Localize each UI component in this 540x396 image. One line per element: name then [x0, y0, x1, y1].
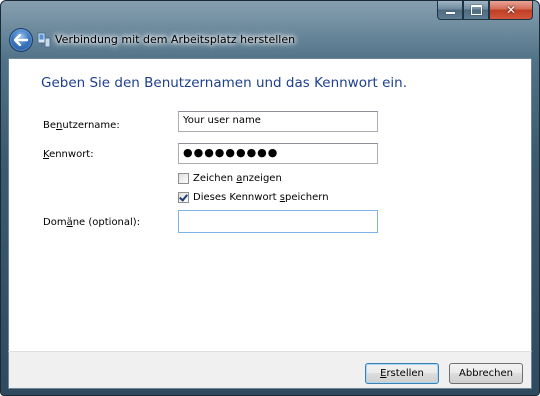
maximize-button[interactable] [463, 1, 489, 20]
maximize-icon [470, 5, 482, 15]
content-area: Geben Sie den Benutzernamen und das Kenn… [8, 58, 532, 352]
minimize-icon [445, 12, 455, 14]
save-password-checkbox[interactable] [178, 192, 189, 203]
show-characters-option[interactable]: Zeichen anzeigen [178, 173, 282, 184]
password-label: Kennwort: [43, 149, 94, 160]
close-button[interactable]: ✕ [489, 1, 533, 20]
caption-buttons: ✕ [437, 1, 533, 21]
save-password-option[interactable]: Dieses Kennwort speichern [178, 192, 329, 203]
minimize-button[interactable] [437, 1, 463, 20]
create-button[interactable]: Erstellen [365, 363, 439, 384]
show-characters-checkbox[interactable] [178, 173, 189, 184]
close-icon: ✕ [505, 3, 517, 17]
domain-label: Domäne (optional): [43, 217, 141, 228]
back-button[interactable] [9, 28, 33, 52]
username-label: Benutzername: [43, 120, 120, 131]
network-icon [37, 32, 51, 48]
cancel-button[interactable]: Abbrechen [449, 363, 523, 384]
button-bar: Erstellen Abbrechen [8, 351, 532, 389]
password-field[interactable]: ●●●●●●●●● [178, 143, 378, 164]
show-characters-label: Zeichen anzeigen [193, 173, 282, 184]
window-title: Verbindung mit dem Arbeitsplatz herstell… [55, 33, 296, 46]
back-arrow-icon [14, 34, 28, 46]
dialog-window: ✕ Verbindung mit dem Arbeitsplatz herste… [0, 0, 540, 396]
username-field[interactable]: Your user name [178, 111, 378, 132]
page-heading: Geben Sie den Benutzernamen und das Kenn… [41, 75, 408, 91]
save-password-label: Dieses Kennwort speichern [193, 192, 329, 203]
domain-field[interactable] [178, 210, 378, 233]
